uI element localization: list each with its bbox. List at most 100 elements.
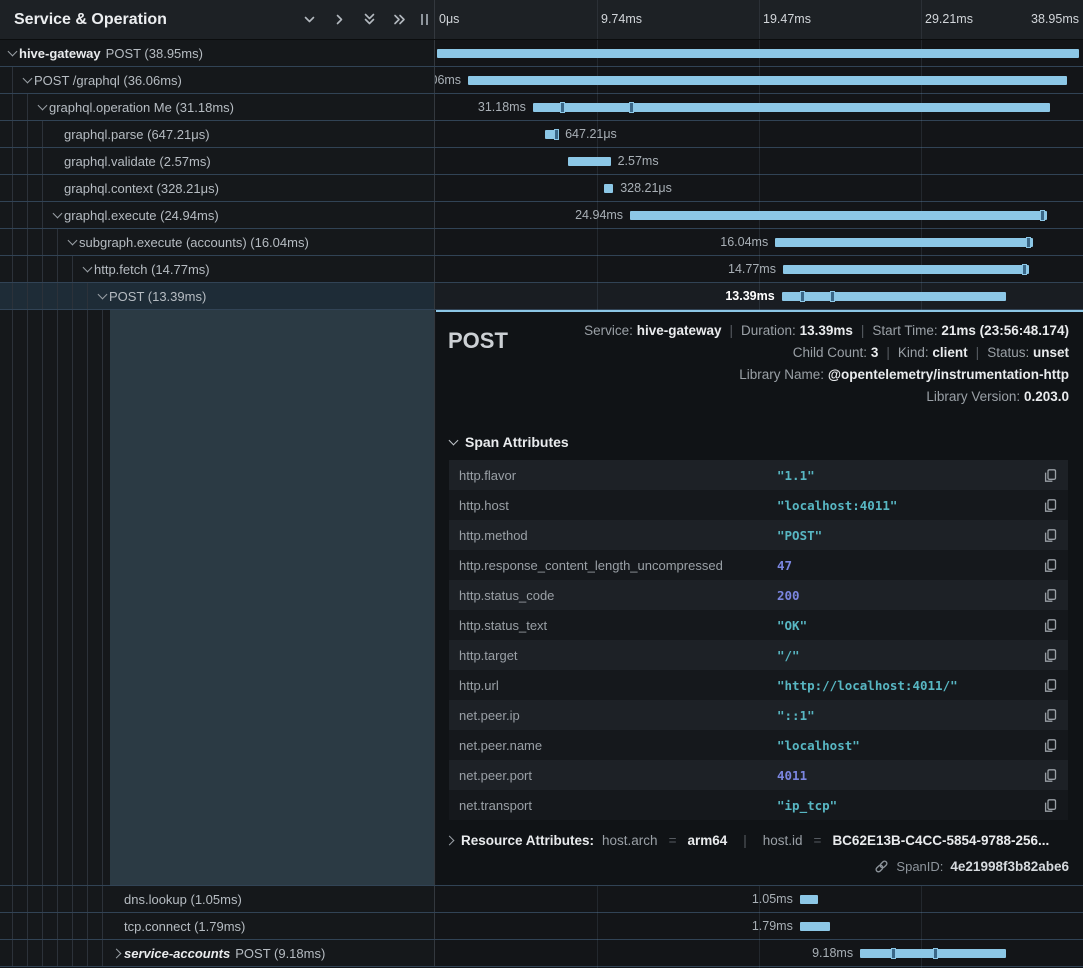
- span-tree-item-post-selected[interactable]: POST (13.39ms): [0, 283, 435, 309]
- selected-span-highlight[interactable]: [110, 310, 434, 885]
- span-tree-item-hive-gateway[interactable]: hive-gateway POST (38.95ms): [0, 40, 435, 66]
- span-row: http.fetch (14.77ms) 14.77ms: [0, 256, 1083, 283]
- link-icon[interactable]: [874, 859, 889, 874]
- span-bar[interactable]: [468, 76, 1067, 85]
- span-tree-item-post-graphql[interactable]: POST /graphql (36.06ms): [0, 67, 435, 93]
- copy-icon[interactable]: [1040, 588, 1058, 603]
- copy-icon[interactable]: [1040, 618, 1058, 633]
- span-row: graphql.validate (2.57ms) 2.57ms: [0, 148, 1083, 175]
- copy-icon[interactable]: [1040, 558, 1058, 573]
- span-id-label: SpanID:: [896, 859, 943, 874]
- span-tree-item-graphql-validate[interactable]: graphql.validate (2.57ms): [0, 148, 435, 174]
- timeline-row[interactable]: 31.18ms: [435, 94, 1083, 120]
- attribute-value: 47: [777, 558, 1040, 573]
- span-tree-item-graphql-execute[interactable]: graphql.execute (24.94ms): [0, 202, 435, 228]
- span-bar[interactable]: [782, 292, 1006, 301]
- span-bar[interactable]: [800, 922, 830, 931]
- chevron-down-icon[interactable]: [20, 78, 34, 82]
- expand-all-icon[interactable]: [392, 12, 407, 27]
- copy-icon[interactable]: [1040, 708, 1058, 723]
- attribute-value: "1.1": [777, 468, 1040, 483]
- axis-tick: 0μs: [439, 12, 459, 26]
- span-rows-bottom: dns.lookup (1.05ms) 1.05ms tcp.connect (…: [0, 885, 1083, 968]
- span-attributes-toggle[interactable]: Span Attributes: [450, 434, 1069, 450]
- copy-icon[interactable]: [1040, 528, 1058, 543]
- attribute-row: http.response_content_length_uncompresse…: [449, 550, 1068, 580]
- copy-icon[interactable]: [1040, 768, 1058, 783]
- duration-label: 1.05ms: [752, 892, 793, 906]
- copy-icon[interactable]: [1040, 648, 1058, 663]
- timeline-row[interactable]: 14.77ms: [435, 256, 1083, 282]
- span-tree-item-http-fetch[interactable]: http.fetch (14.77ms): [0, 256, 435, 282]
- span-bar[interactable]: [604, 184, 613, 193]
- chevron-down-icon[interactable]: [95, 294, 109, 298]
- chevron-right-icon[interactable]: [110, 950, 124, 957]
- copy-icon[interactable]: [1040, 798, 1058, 813]
- timeline-row[interactable]: 647.21μs: [435, 121, 1083, 147]
- span-tree-item-graphql-parse[interactable]: graphql.parse (647.21μs): [0, 121, 435, 147]
- attribute-key: net.peer.port: [459, 768, 777, 783]
- span-tree-item-graphql-operation[interactable]: graphql.operation Me (31.18ms): [0, 94, 435, 120]
- collapse-one-icon[interactable]: [302, 12, 317, 27]
- span-tree-item-graphql-context[interactable]: graphql.context (328.21μs): [0, 175, 435, 201]
- operation-label: graphql.validate (2.57ms): [64, 154, 211, 169]
- span-tree-item-service-accounts[interactable]: service-accounts POST (9.18ms): [0, 940, 435, 966]
- timeline-row[interactable]: 328.21μs: [435, 175, 1083, 201]
- resource-attributes-toggle[interactable]: Resource Attributes: host.arch = arm64 |…: [448, 833, 1069, 848]
- axis-tick: 38.95ms: [1031, 12, 1079, 26]
- collapse-all-icon[interactable]: [362, 12, 377, 27]
- child-span-marker: [933, 948, 938, 959]
- indent-guides: [5, 283, 95, 309]
- attribute-key: http.flavor: [459, 468, 777, 483]
- span-bar[interactable]: [783, 265, 1029, 274]
- span-bar[interactable]: [437, 49, 1079, 58]
- attribute-row: http.method"POST": [449, 520, 1068, 550]
- child-span-marker: [830, 291, 835, 302]
- timeline-row[interactable]: 2.57ms: [435, 148, 1083, 174]
- span-bar[interactable]: [568, 157, 611, 166]
- span-tree-item-tcp-connect[interactable]: tcp.connect (1.79ms): [0, 913, 435, 939]
- operation-label: graphql.operation Me (31.18ms): [49, 100, 234, 115]
- chevron-down-icon[interactable]: [5, 51, 19, 55]
- duration-label: 328.21μs: [620, 181, 672, 195]
- chevron-down-icon[interactable]: [50, 213, 64, 217]
- resource-attributes-title: Resource Attributes:: [461, 833, 594, 848]
- span-bar[interactable]: [775, 238, 1033, 247]
- timeline-row[interactable]: 16.04ms: [435, 229, 1083, 255]
- copy-icon[interactable]: [1040, 738, 1058, 753]
- attribute-key: http.status_text: [459, 618, 777, 633]
- span-tree-item-subgraph-execute[interactable]: subgraph.execute (accounts) (16.04ms): [0, 229, 435, 255]
- timeline-row[interactable]: 36.06ms: [435, 67, 1083, 93]
- span-bar[interactable]: [630, 211, 1047, 220]
- trace-viewer: Service & Operation 0μs 9.74ms 19.47ms 2…: [0, 0, 1083, 968]
- span-row: hive-gateway POST (38.95ms): [0, 40, 1083, 67]
- copy-icon[interactable]: [1040, 498, 1058, 513]
- expand-one-icon[interactable]: [332, 12, 347, 27]
- attribute-key: net.peer.ip: [459, 708, 777, 723]
- meta-line: Child Count: 3|Kind: client|Status: unse…: [584, 342, 1069, 364]
- chevron-down-icon[interactable]: [80, 267, 94, 271]
- attribute-row: net.peer.ip"::1": [449, 700, 1068, 730]
- span-bar[interactable]: [533, 103, 1050, 112]
- copy-icon[interactable]: [1040, 678, 1058, 693]
- span-tree-item-dns-lookup[interactable]: dns.lookup (1.05ms): [0, 886, 435, 912]
- duration-label: 13.39ms: [725, 289, 774, 303]
- chevron-down-icon[interactable]: [35, 105, 49, 109]
- attribute-row: http.host"localhost:4011": [449, 490, 1068, 520]
- timeline-row[interactable]: 9.18ms: [435, 940, 1083, 966]
- timeline-row[interactable]: [435, 40, 1083, 66]
- operation-label: POST /graphql (36.06ms): [34, 73, 182, 88]
- resource-value: BC62E13B-C4CC-5854-9788-256...: [832, 833, 1049, 848]
- panel-resize-handle[interactable]: [421, 14, 428, 25]
- timeline-row[interactable]: 1.05ms: [435, 886, 1083, 912]
- timeline-row[interactable]: 1.79ms: [435, 913, 1083, 939]
- chevron-down-icon: [449, 436, 459, 446]
- span-row: tcp.connect (1.79ms) 1.79ms: [0, 913, 1083, 940]
- indent-guides: [5, 913, 110, 939]
- timeline-row[interactable]: 24.94ms: [435, 202, 1083, 228]
- span-bar[interactable]: [800, 895, 818, 904]
- attribute-value: 200: [777, 588, 1040, 603]
- copy-icon[interactable]: [1040, 468, 1058, 483]
- chevron-down-icon[interactable]: [65, 240, 79, 244]
- timeline-row[interactable]: 13.39ms: [435, 283, 1083, 309]
